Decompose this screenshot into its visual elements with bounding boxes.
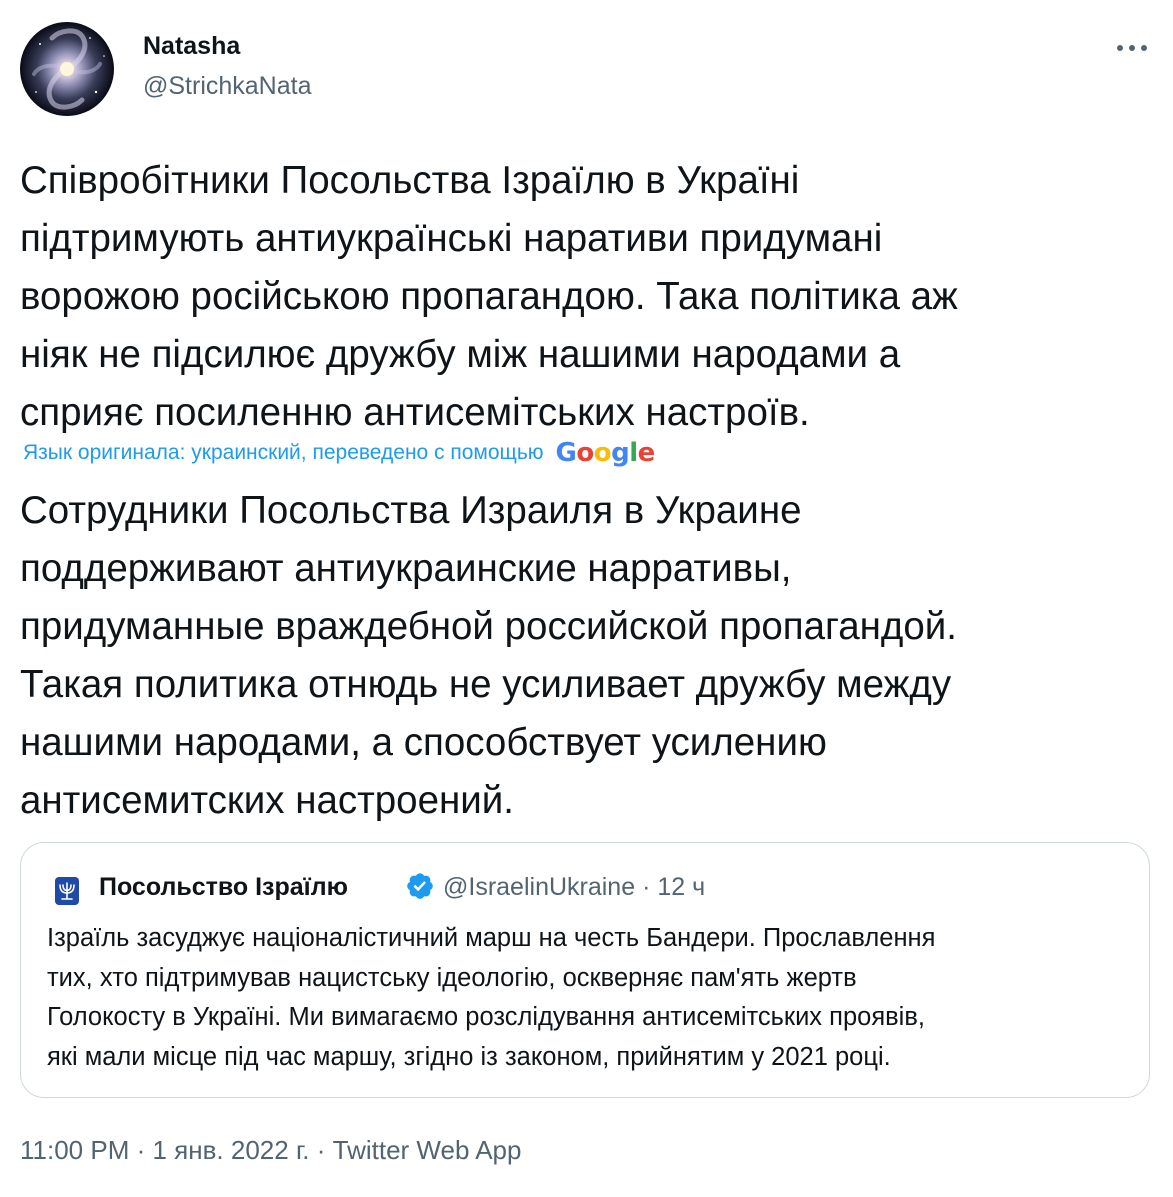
galaxy-image <box>32 28 105 110</box>
quoted-tweet-handle: @IsraelinUkraine <box>443 873 636 901</box>
more-options-button[interactable] <box>1110 30 1154 66</box>
tweet-source[interactable]: Twitter Web App <box>333 1135 522 1165</box>
author-handle[interactable]: @StrichkaNata <box>143 72 312 101</box>
quoted-tweet-meta: @IsraelinUkraine · 12 ч <box>443 873 705 902</box>
meta-separator: · <box>642 873 651 901</box>
author-display-name[interactable]: Natasha <box>143 32 240 61</box>
tweet-date[interactable]: 1 янв. 2022 г. <box>153 1135 310 1165</box>
translation-note-link[interactable]: Язык оригинала: украинский, переведено с… <box>23 441 544 465</box>
author-avatar[interactable] <box>20 22 114 116</box>
israel-emblem-icon <box>47 871 87 911</box>
tweet-time[interactable]: 11:00 PM <box>20 1135 129 1165</box>
tweet-translated-text: Сотрудники Посольства Израиля в Украине … <box>20 489 957 822</box>
more-horizontal-icon <box>1114 45 1150 51</box>
quoted-tweet-display-name: Посольство Ізраїлю <box>99 873 348 901</box>
quoted-tweet-text: Ізраїль засуджує націоналістичний марш н… <box>47 924 936 1071</box>
translation-bar: Язык оригинала: украинский, переведено с… <box>23 438 655 468</box>
meta-separator: · <box>316 1135 326 1165</box>
quoted-tweet-avatar[interactable] <box>47 871 87 911</box>
meta-separator: · <box>136 1135 146 1165</box>
tweet-original-text: Співробітники Посольства Ізраїлю в Украї… <box>20 159 958 434</box>
google-logo: Google <box>555 438 656 468</box>
verified-badge-icon <box>407 873 433 899</box>
quoted-tweet-card[interactable]: Посольство Ізраїлю @IsraelinUkraine · 12… <box>20 842 1150 1098</box>
tweet-timestamp-row: 11:00 PM · 1 янв. 2022 г. · Twitter Web … <box>20 1135 521 1166</box>
quoted-tweet-time[interactable]: 12 ч <box>657 873 705 901</box>
